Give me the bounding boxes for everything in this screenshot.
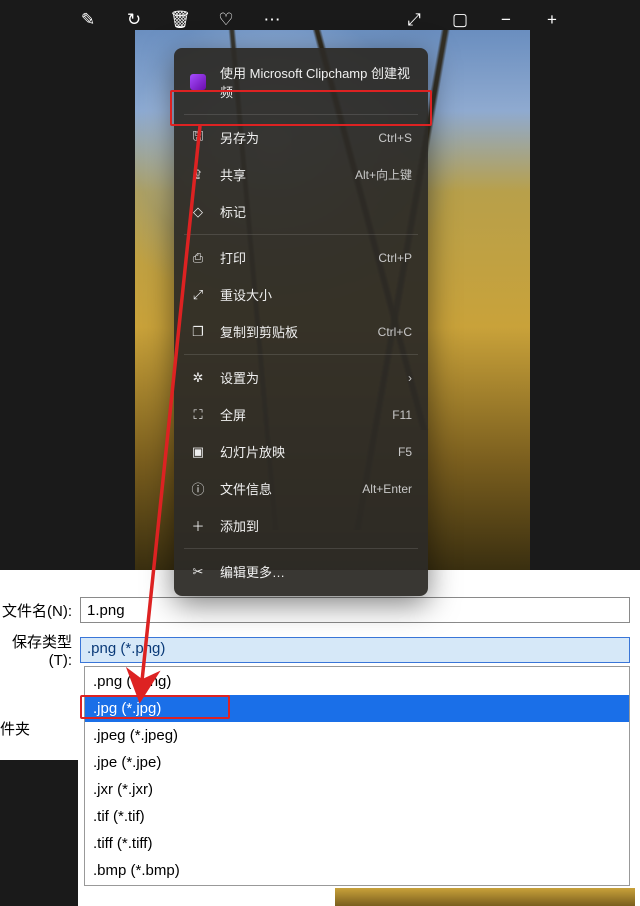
filename-row: 文件名(N): <box>0 590 640 630</box>
menu-item-resize[interactable]: ⤢ 重设大小 <box>174 276 428 313</box>
menu-item-print[interactable]: ⎙ 打印 Ctrl+P <box>174 239 428 276</box>
tag-icon: ◇ <box>190 204 206 220</box>
add-icon: ＋ <box>190 518 206 534</box>
resize-icon: ⤢ <box>190 287 206 303</box>
save-icon: 🖫 <box>190 130 206 146</box>
filetype-select[interactable]: .png (*.png) <box>80 637 630 663</box>
menu-item-label: 共享 <box>220 165 341 184</box>
menu-item-tag[interactable]: ◇ 标记 <box>174 193 428 230</box>
folder-label-fragment: 件夹 <box>0 718 40 739</box>
menu-item-shortcut: Ctrl+S <box>378 131 412 145</box>
open-external-icon[interactable]: ⤢ <box>404 10 424 30</box>
clipchamp-icon <box>190 74 206 90</box>
filetype-option[interactable]: .tiff (*.tiff) <box>85 830 629 857</box>
menu-item-save[interactable]: 🖫 另存为 Ctrl+S <box>174 119 428 156</box>
menu-separator <box>184 548 418 549</box>
menu-item-setas[interactable]: ✲ 设置为 › <box>174 359 428 396</box>
filetype-option[interactable]: .png (*.png) <box>85 668 629 695</box>
filetype-option[interactable]: .jpg (*.jpg) <box>85 695 629 722</box>
menu-item-shortcut: Ctrl+C <box>378 325 412 339</box>
menu-item-label: 文件信息 <box>220 479 348 498</box>
filetype-option[interactable]: .jxr (*.jxr) <box>85 776 629 803</box>
dark-strip <box>0 760 78 906</box>
menu-item-label: 设置为 <box>220 368 394 387</box>
menu-item-slide[interactable]: ▣ 幻灯片放映 F5 <box>174 433 428 470</box>
filename-input[interactable] <box>80 597 630 623</box>
menu-item-shortcut: F11 <box>392 408 412 422</box>
menu-item-full[interactable]: ⛶ 全屏 F11 <box>174 396 428 433</box>
copy-icon: ❐ <box>190 324 206 340</box>
edit-icon[interactable]: ✎ <box>78 10 98 30</box>
menu-item-editm[interactable]: ✂ 编辑更多… <box>174 553 428 590</box>
menu-item-shortcut: Alt+Enter <box>362 482 412 496</box>
menu-label: 使用 Microsoft Clipchamp 创建视频 <box>220 63 412 101</box>
menu-item-add[interactable]: ＋ 添加到 <box>174 507 428 544</box>
menu-item-shortcut: › <box>408 371 412 385</box>
menu-item-label: 全屏 <box>220 405 378 424</box>
full-icon: ⛶ <box>190 407 206 423</box>
menu-item-label: 另存为 <box>220 128 364 147</box>
photo-viewer: ✎ ↻ 🗑 ♡ ⋯ ⤢ ▢ − + 使用 Microsoft Clipchamp… <box>0 0 640 570</box>
menu-item-label: 打印 <box>220 248 364 267</box>
filetype-label: 保存类型(T): <box>0 631 80 669</box>
viewer-toolbar: ✎ ↻ 🗑 ♡ ⋯ ⤢ ▢ − + <box>0 10 640 30</box>
filetype-row: 保存类型(T): .png (*.png) <box>0 630 640 670</box>
info-icon: ⓘ <box>190 481 206 497</box>
menu-item-shortcut: Alt+向上键 <box>355 166 412 183</box>
filetype-dropdown[interactable]: .png (*.png).jpg (*.jpg).jpeg (*.jpeg).j… <box>84 666 630 886</box>
filetype-option[interactable]: .tif (*.tif) <box>85 803 629 830</box>
menu-item-label: 幻灯片放映 <box>220 442 384 461</box>
menu-item-shortcut: F5 <box>398 445 412 459</box>
menu-item-share[interactable]: ⇪ 共享 Alt+向上键 <box>174 156 428 193</box>
share-icon: ⇪ <box>190 167 206 183</box>
delete-icon[interactable]: 🗑 <box>170 10 190 30</box>
setas-icon: ✲ <box>190 370 206 386</box>
favorite-icon[interactable]: ♡ <box>216 10 236 30</box>
zoom-in-icon[interactable]: + <box>542 10 562 30</box>
menu-item-copy[interactable]: ❐ 复制到剪贴板 Ctrl+C <box>174 313 428 350</box>
zoom-out-icon[interactable]: − <box>496 10 516 30</box>
filetype-option[interactable]: .bmp (*.bmp) <box>85 857 629 884</box>
context-menu: 使用 Microsoft Clipchamp 创建视频 🖫 另存为 Ctrl+S ⇪ 共… <box>174 48 428 596</box>
menu-item-shortcut: Ctrl+P <box>378 251 412 265</box>
rotate-icon[interactable]: ↻ <box>124 10 144 30</box>
filetype-option[interactable]: .jpeg (*.jpeg) <box>85 722 629 749</box>
menu-item-clipchamp[interactable]: 使用 Microsoft Clipchamp 创建视频 <box>174 54 428 110</box>
menu-item-label: 重设大小 <box>220 285 398 304</box>
menu-item-label: 标记 <box>220 202 398 221</box>
filename-label: 文件名(N): <box>0 600 80 621</box>
menu-item-info[interactable]: ⓘ 文件信息 Alt+Enter <box>174 470 428 507</box>
filetype-option[interactable]: .jpe (*.jpe) <box>85 749 629 776</box>
menu-separator <box>184 234 418 235</box>
menu-item-label: 复制到剪贴板 <box>220 322 364 341</box>
editm-icon: ✂ <box>190 564 206 580</box>
menu-item-label: 编辑更多… <box>220 562 398 581</box>
slide-icon: ▣ <box>190 444 206 460</box>
photo-bottom-strip <box>335 888 635 906</box>
print-icon: ⎙ <box>190 250 206 266</box>
menu-separator <box>184 114 418 115</box>
menu-item-label: 添加到 <box>220 516 398 535</box>
slideshow-icon[interactable]: ▢ <box>450 10 470 30</box>
menu-separator <box>184 354 418 355</box>
more-icon[interactable]: ⋯ <box>262 10 282 30</box>
